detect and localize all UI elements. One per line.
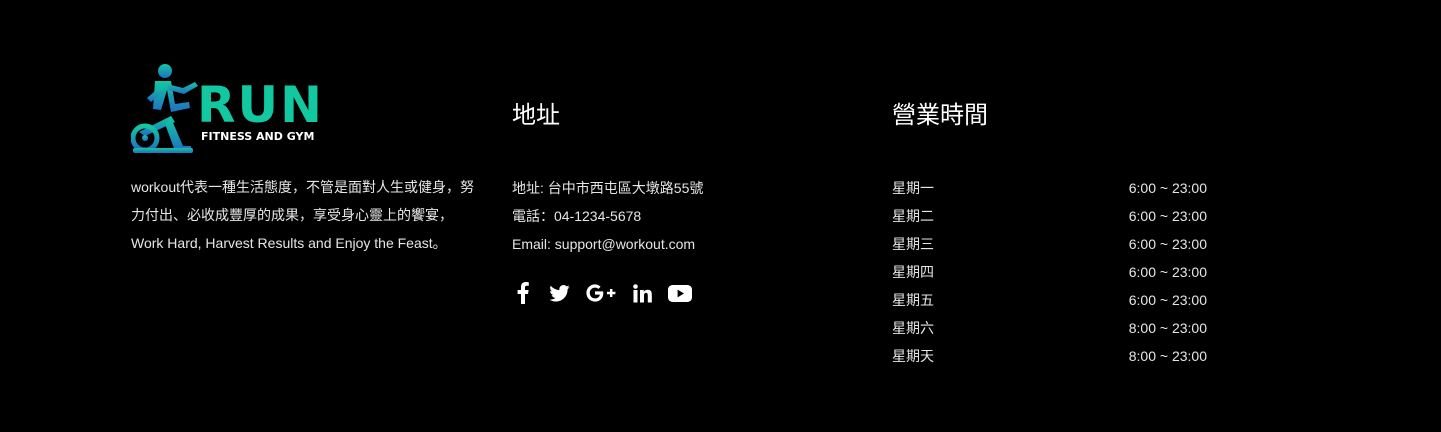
- hours-day: 星期六: [892, 320, 934, 336]
- hours-time: 8:00 ~ 23:00: [1128, 320, 1207, 336]
- hours-row: 星期四 6:00 ~ 23:00: [892, 258, 1207, 286]
- hours-row: 星期五 6:00 ~ 23:00: [892, 286, 1207, 314]
- linkedin-link[interactable]: [632, 280, 652, 306]
- hours-row: 星期一 6:00 ~ 23:00: [892, 174, 1207, 202]
- youtube-icon: [668, 284, 692, 302]
- address-list: 地址: 台中市西屯區大墩路55號 電話：04-1234-5678 Email: …: [512, 174, 703, 258]
- hours-row: 星期二 6:00 ~ 23:00: [892, 202, 1207, 230]
- twitter-link[interactable]: [548, 280, 570, 306]
- hours-day: 星期三: [892, 236, 934, 252]
- email-line: Email: support@workout.com: [512, 236, 696, 252]
- hours-day: 星期四: [892, 264, 934, 280]
- hours-heading: 營業時間: [892, 101, 988, 129]
- hours-time: 6:00 ~ 23:00: [1128, 264, 1207, 280]
- facebook-icon: [517, 282, 529, 304]
- exercise-bike-icon: [131, 64, 198, 153]
- twitter-icon: [548, 284, 570, 301]
- hours-time: 6:00 ~ 23:00: [1128, 180, 1207, 196]
- brand-logo[interactable]: RUN FITNESS AND GYM: [131, 62, 331, 154]
- linkedin-icon: [632, 283, 652, 302]
- google-plus-icon: [586, 284, 616, 302]
- google-plus-link[interactable]: [586, 280, 616, 306]
- hours-day: 星期五: [892, 292, 934, 308]
- hours-row: 星期天 8:00 ~ 23:00: [892, 342, 1207, 370]
- youtube-link[interactable]: [668, 280, 692, 306]
- brand-description: workout代表一種生活態度，不管是面對人生或健身，努力付出、必收成豐厚的成果…: [131, 179, 475, 251]
- address-heading: 地址: [512, 101, 560, 129]
- logo-wordmark: RUN: [197, 76, 324, 134]
- hours-time: 8:00 ~ 23:00: [1128, 348, 1207, 364]
- hours-day: 星期二: [892, 208, 934, 224]
- site-footer: RUN FITNESS AND GYM workout代表一種生活態度，不管是面…: [0, 0, 1441, 432]
- facebook-link[interactable]: [514, 280, 532, 306]
- phone-line: 電話：04-1234-5678: [512, 208, 642, 224]
- logo-subtitle: FITNESS AND GYM: [201, 130, 315, 143]
- hours-day: 星期一: [892, 180, 934, 196]
- hours-day: 星期天: [892, 348, 934, 364]
- hours-row: 星期六 8:00 ~ 23:00: [892, 314, 1207, 342]
- hours-time: 6:00 ~ 23:00: [1128, 236, 1207, 252]
- hours-time: 6:00 ~ 23:00: [1128, 292, 1207, 308]
- hours-row: 星期三 6:00 ~ 23:00: [892, 230, 1207, 258]
- social-links: [514, 280, 708, 306]
- hours-table: 星期一 6:00 ~ 23:00 星期二 6:00 ~ 23:00 星期三 6:…: [892, 174, 1207, 370]
- hours-time: 6:00 ~ 23:00: [1128, 208, 1207, 224]
- address-line: 地址: 台中市西屯區大墩路55號: [512, 180, 704, 196]
